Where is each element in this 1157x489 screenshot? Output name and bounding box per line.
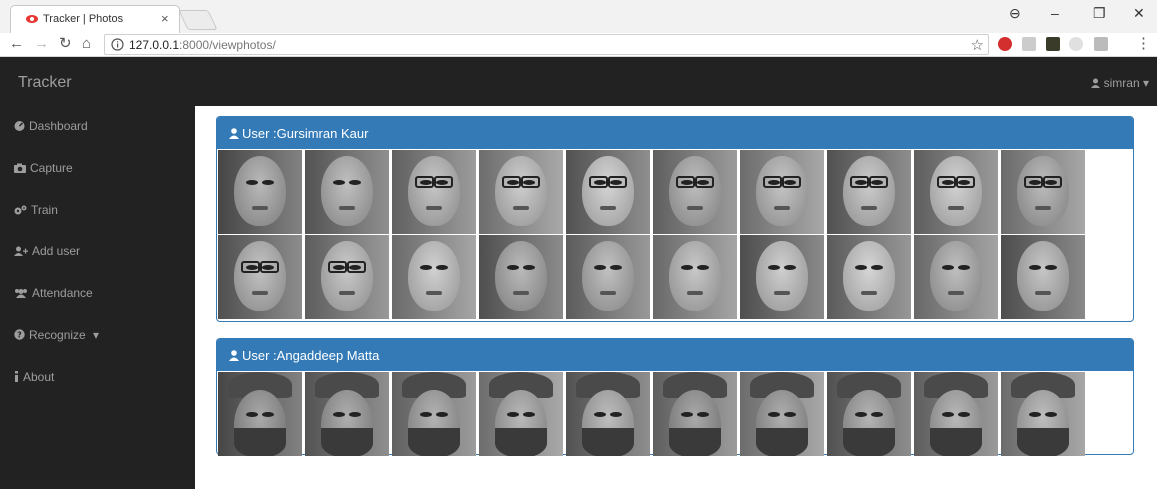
- gears-icon: [14, 205, 27, 215]
- caret-down-icon: ▾: [93, 328, 100, 342]
- face-photo: [1001, 235, 1085, 319]
- face-photo: [740, 372, 824, 456]
- face-photo: [914, 150, 998, 234]
- user-icon: [229, 350, 239, 361]
- sidebar-item-attendance[interactable]: Attendance: [14, 286, 93, 300]
- forward-arrow-icon[interactable]: →: [34, 35, 49, 53]
- tab-title: Tracker | Photos: [43, 13, 124, 25]
- url-text: 127.0.0.1:8000/viewphotos/: [129, 38, 276, 52]
- profile-icon[interactable]: ⊖: [1009, 5, 1021, 22]
- users-icon: [15, 289, 27, 298]
- face-photo: [479, 150, 563, 234]
- face-photo: [1001, 372, 1085, 456]
- sidebar-item-train[interactable]: Train: [14, 203, 58, 217]
- brand-link[interactable]: Tracker: [18, 74, 72, 92]
- browser-tabstrip: Tracker | Photos × ⊖ – ❐ ✕: [0, 0, 1157, 33]
- sidebar-item-label: Dashboard: [29, 119, 88, 133]
- panel-heading: User :Angaddeep Matta: [217, 339, 1133, 371]
- user-dropdown[interactable]: simran ▾: [1091, 76, 1149, 90]
- panel-heading: User :Gursimran Kaur: [217, 117, 1133, 149]
- face-photo: [392, 150, 476, 234]
- checklist-extension-icon[interactable]: [1046, 37, 1060, 51]
- url-path: :8000/viewphotos/: [179, 38, 276, 52]
- sidebar-item-label: Capture: [30, 161, 73, 175]
- panel-title: User :Angaddeep Matta: [242, 348, 380, 363]
- question-circle-icon: ?: [14, 329, 25, 340]
- user-icon: [229, 128, 239, 139]
- home-icon[interactable]: ⌂: [82, 35, 91, 53]
- minimize-button[interactable]: –: [1051, 5, 1059, 21]
- face-photo: [305, 372, 389, 456]
- back-arrow-icon[interactable]: ←: [9, 35, 24, 53]
- face-photo: [914, 372, 998, 456]
- caret-down-icon: ▾: [1142, 76, 1149, 90]
- face-photo: [566, 235, 650, 319]
- face-photo: [218, 372, 302, 456]
- face-photo: [566, 150, 650, 234]
- face-photo: [305, 150, 389, 234]
- face-photo: [653, 150, 737, 234]
- sidebar-item-label: Attendance: [32, 286, 93, 300]
- tab-close-icon[interactable]: ×: [161, 11, 169, 26]
- face-photo: [827, 150, 911, 234]
- face-photo: [1001, 150, 1085, 234]
- face-photo: [653, 235, 737, 319]
- adblock-icon[interactable]: [998, 37, 1012, 51]
- panel-title: User :Gursimran Kaur: [242, 126, 369, 141]
- face-photo: [653, 372, 737, 456]
- face-photo: [566, 372, 650, 456]
- eye-icon: [26, 15, 38, 23]
- sidebar-item-label: Train: [31, 203, 58, 217]
- bookmark-star-icon[interactable]: ☆: [971, 36, 984, 54]
- face-photo: [392, 372, 476, 456]
- new-tab-button[interactable]: [178, 10, 218, 30]
- sidebar-item-label: About: [23, 370, 55, 384]
- browser-toolbar: ← → ↻ ⌂ 127.0.0.1:8000/viewphotos/ ☆ ⋮: [0, 33, 1157, 57]
- face-photo: [218, 150, 302, 234]
- face-photo: [740, 150, 824, 234]
- sidebar-item-add-user[interactable]: Add user: [14, 244, 80, 258]
- close-window-button[interactable]: ✕: [1133, 5, 1145, 22]
- sidebar-item-capture[interactable]: Capture: [14, 161, 73, 175]
- face-photo: [827, 372, 911, 456]
- extension-icon[interactable]: [1022, 37, 1036, 51]
- user-panel-angaddeep: User :Angaddeep Matta: [216, 338, 1134, 456]
- sidebar: Dashboard Capture Train Add user Attenda…: [0, 106, 195, 489]
- restore-button[interactable]: ❐: [1093, 5, 1106, 22]
- face-photo: [479, 235, 563, 319]
- sidebar-item-about[interactable]: About: [14, 370, 54, 384]
- user-panel-gursimran: User :Gursimran Kaur: [216, 116, 1134, 322]
- face-photo: [479, 372, 563, 456]
- sidebar-item-label: Add user: [32, 244, 81, 258]
- user-name: simran: [1103, 76, 1140, 90]
- face-photo: [740, 235, 824, 319]
- main-content: User :Gursimran Kaur User :Angaddeep Mat…: [195, 106, 1157, 489]
- svg-text:?: ?: [17, 331, 22, 340]
- face-photo: [827, 235, 911, 319]
- camera-icon: [14, 163, 26, 173]
- address-bar[interactable]: 127.0.0.1:8000/viewphotos/ ☆: [104, 34, 989, 55]
- browser-tab[interactable]: Tracker | Photos ×: [10, 5, 180, 33]
- flag-extension-icon[interactable]: [1094, 37, 1108, 51]
- info-circle-icon: [111, 38, 124, 51]
- reload-icon[interactable]: ↻: [59, 35, 72, 53]
- menu-kebab-icon[interactable]: ⋮: [1136, 35, 1151, 53]
- app-navbar: Tracker simran ▾: [0, 57, 1157, 106]
- sidebar-item-label: Recognize: [29, 328, 86, 342]
- user-plus-icon: [14, 246, 28, 256]
- face-photo: [218, 235, 302, 319]
- user-icon: [1091, 78, 1101, 88]
- extension-circle-icon[interactable]: [1069, 37, 1083, 51]
- info-icon: [15, 371, 18, 382]
- face-photo: [914, 235, 998, 319]
- sidebar-item-dashboard[interactable]: Dashboard: [14, 119, 88, 133]
- tachometer-icon: [14, 121, 25, 131]
- face-photo: [392, 235, 476, 319]
- face-photo: [305, 235, 389, 319]
- url-host: 127.0.0.1: [129, 38, 180, 52]
- sidebar-item-recognize[interactable]: ? Recognize ▾: [14, 328, 99, 342]
